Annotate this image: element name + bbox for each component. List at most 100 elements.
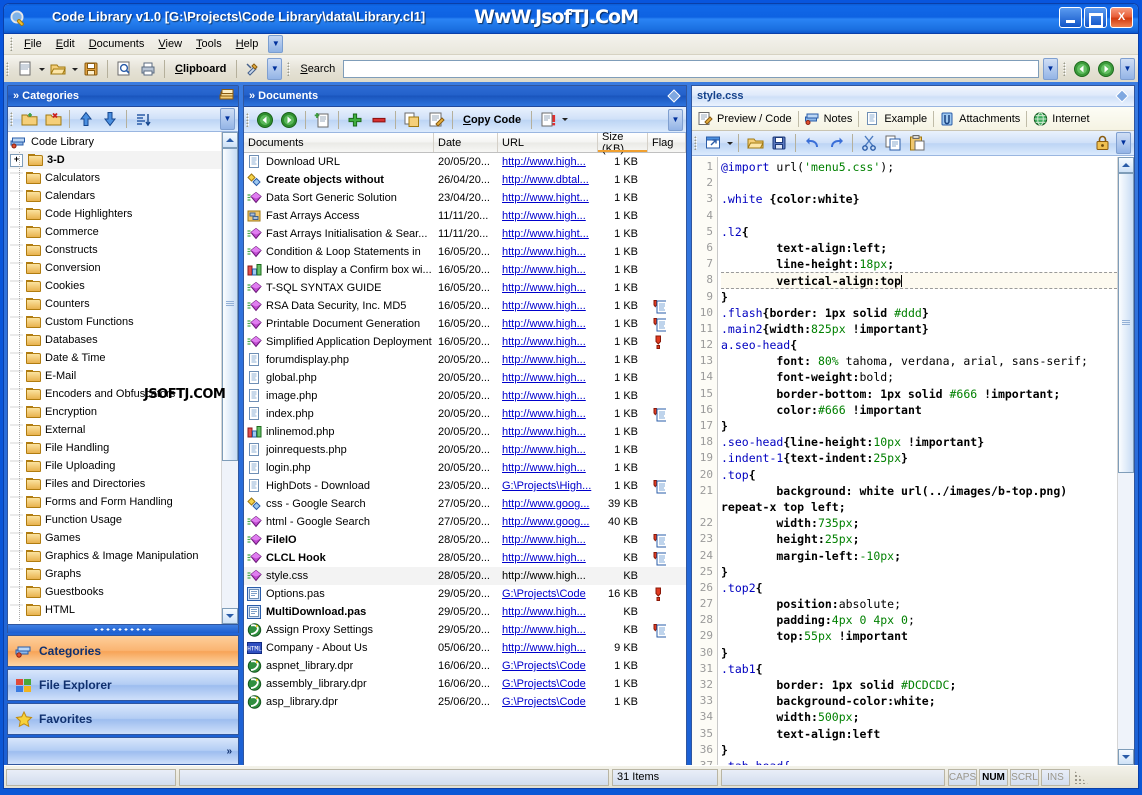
- save-icon[interactable]: [79, 57, 103, 81]
- tree-item[interactable]: Cookies: [8, 277, 221, 295]
- tree-item[interactable]: Guestbooks: [8, 583, 221, 601]
- code-line[interactable]: color:#666 !important: [721, 402, 1117, 418]
- tree-item[interactable]: Function Usage: [8, 511, 221, 529]
- print-icon[interactable]: [136, 57, 160, 81]
- scroll-down-button[interactable]: [222, 608, 238, 624]
- tree-item[interactable]: E-Mail: [8, 367, 221, 385]
- document-url-link[interactable]: http://www.goog...: [502, 498, 589, 510]
- menu-view[interactable]: View: [151, 36, 189, 52]
- menu-edit[interactable]: Edit: [49, 36, 82, 52]
- code-scrollbar[interactable]: [1117, 157, 1134, 765]
- paste-icon[interactable]: [905, 131, 929, 155]
- tab-attachments[interactable]: Attachments: [934, 108, 1026, 129]
- table-row[interactable]: assembly_library.dpr 16/06/20... G:\Projec…: [244, 675, 686, 693]
- code-line[interactable]: border: 1px solid #DCDCDC;: [721, 677, 1117, 693]
- document-url-link[interactable]: http://www.high...: [502, 390, 586, 402]
- table-row[interactable]: asp_library.dpr 25/06/20... G:\Projects\Co…: [244, 693, 686, 711]
- nav-overflow-button[interactable]: ▼: [1120, 58, 1135, 80]
- nav-back-icon[interactable]: [1070, 57, 1094, 81]
- table-row[interactable]: How to display a Confirm box wi... 16/05/…: [244, 261, 686, 279]
- table-row[interactable]: CLCL Hook 28/05/20... http://www.high... KB: [244, 549, 686, 567]
- table-row[interactable]: Create objects without 26/04/20... http://…: [244, 171, 686, 189]
- code-line[interactable]: }: [721, 645, 1117, 661]
- code-toolbar-overflow[interactable]: ▼: [1116, 132, 1131, 154]
- document-url-link[interactable]: http://www.high...: [502, 444, 586, 456]
- code-scroll-up[interactable]: [1118, 157, 1134, 173]
- code-line[interactable]: @import url('menu5.css');: [721, 159, 1117, 175]
- sidebar-item-file-explorer[interactable]: File Explorer: [7, 669, 239, 701]
- tab-example[interactable]: Example: [859, 108, 933, 129]
- document-url-link[interactable]: http://www.high...: [502, 372, 586, 384]
- tab-preview-code[interactable]: Preview / Code: [692, 108, 798, 129]
- column-header[interactable]: URL: [498, 133, 598, 152]
- clipboard-button[interactable]: Clipboard: [169, 63, 232, 75]
- tree-item[interactable]: Conversion: [8, 259, 221, 277]
- table-row[interactable]: style.css 28/05/20... http://www.high... KB: [244, 567, 686, 585]
- table-row[interactable]: image.php 20/05/20... http://www.high... 1 …: [244, 387, 686, 405]
- toolbar-overflow-button[interactable]: ▼: [267, 58, 283, 80]
- scroll-up-button[interactable]: [222, 132, 238, 148]
- document-url-link[interactable]: http://www.high...: [502, 318, 586, 330]
- document-url-link[interactable]: G:\Projects\Code: [502, 588, 586, 600]
- code-line[interactable]: font: 80% tahoma, verdana, arial, sans-s…: [721, 353, 1117, 369]
- scroll-thumb[interactable]: [222, 148, 238, 461]
- table-row[interactable]: inlinemod.php 20/05/20... http://www.high.…: [244, 423, 686, 441]
- document-url-link[interactable]: http://www.high...: [502, 534, 586, 546]
- code-line[interactable]: width:500px;: [721, 709, 1117, 725]
- table-row[interactable]: Condition & Loop Statements in 16/05/20..…: [244, 243, 686, 261]
- maximize-button[interactable]: [1084, 7, 1107, 28]
- tree-item[interactable]: Graphs: [8, 565, 221, 583]
- table-row[interactable]: RSA Data Security, Inc. MD5 16/05/20... ht…: [244, 297, 686, 315]
- menu-gripper[interactable]: [10, 37, 13, 51]
- code-toolbar-gripper[interactable]: [694, 136, 697, 150]
- document-url-link[interactable]: http://www.high...: [502, 282, 586, 294]
- menu-overflow-button[interactable]: ▼: [268, 35, 284, 53]
- tree-item[interactable]: External: [8, 421, 221, 439]
- add-icon[interactable]: [343, 108, 367, 132]
- code-line[interactable]: height:25px;: [721, 531, 1117, 547]
- tab-notes[interactable]: Notes: [799, 108, 859, 129]
- close-button[interactable]: X: [1110, 7, 1133, 28]
- tree-item[interactable]: Calendars: [8, 187, 221, 205]
- tree-item[interactable]: Databases: [8, 331, 221, 349]
- open-folder-dropdown[interactable]: [70, 58, 79, 80]
- tree-item[interactable]: Files and Directories: [8, 475, 221, 493]
- edit-icon[interactable]: [424, 108, 448, 132]
- menu-tools[interactable]: Tools: [189, 36, 229, 52]
- save-icon-2[interactable]: [767, 131, 791, 155]
- tree-item[interactable]: Constructs: [8, 241, 221, 259]
- nav-forward-icon[interactable]: [1094, 57, 1118, 81]
- menu-documents[interactable]: Documents: [82, 36, 152, 52]
- code-line[interactable]: }: [721, 418, 1117, 434]
- duplicate-icon[interactable]: [400, 108, 424, 132]
- code-line[interactable]: a.seo-head{: [721, 337, 1117, 353]
- menu-help[interactable]: Help: [229, 36, 266, 52]
- tree-item[interactable]: Calculators: [8, 169, 221, 187]
- report-icon[interactable]: [536, 108, 560, 132]
- categories-scrollbar[interactable]: [221, 132, 238, 624]
- lock-icon[interactable]: [1090, 131, 1114, 155]
- menu-file[interactable]: File: [17, 36, 49, 52]
- table-row[interactable]: Fast Arrays Access 11/11/20... http://www.…: [244, 207, 686, 225]
- tree-item[interactable]: Counters: [8, 295, 221, 313]
- code-line[interactable]: }: [721, 289, 1117, 305]
- tree-item[interactable]: Encryption: [8, 403, 221, 421]
- table-row[interactable]: index.php 20/05/20... http://www.high... 1 …: [244, 405, 686, 423]
- code-line[interactable]: .seo-head{line-height:10px !important}: [721, 434, 1117, 450]
- document-url-link[interactable]: G:\Projects\Code: [502, 696, 586, 708]
- table-row[interactable]: Options.pas 29/05/20... G:\Projects\Code 16…: [244, 585, 686, 603]
- minimize-button[interactable]: [1059, 7, 1082, 28]
- new-document-dropdown[interactable]: [37, 58, 46, 80]
- code-line[interactable]: }: [721, 742, 1117, 758]
- code-line[interactable]: line-height:18px;: [721, 256, 1117, 272]
- move-down-icon[interactable]: [98, 107, 122, 131]
- code-scroll-down[interactable]: [1118, 749, 1134, 765]
- tree-item[interactable]: Graphics & Image Manipulation: [8, 547, 221, 565]
- tree-item[interactable]: HTML: [8, 601, 221, 619]
- tree-expander-icon[interactable]: +: [10, 153, 23, 167]
- code-line[interactable]: position:absolute;: [721, 596, 1117, 612]
- search-gripper[interactable]: [287, 62, 291, 76]
- code-line[interactable]: vertical-align:top: [721, 272, 1117, 289]
- code-line[interactable]: .flash{border: 1px solid #ddd}: [721, 305, 1117, 321]
- new-document-icon[interactable]: [13, 57, 37, 81]
